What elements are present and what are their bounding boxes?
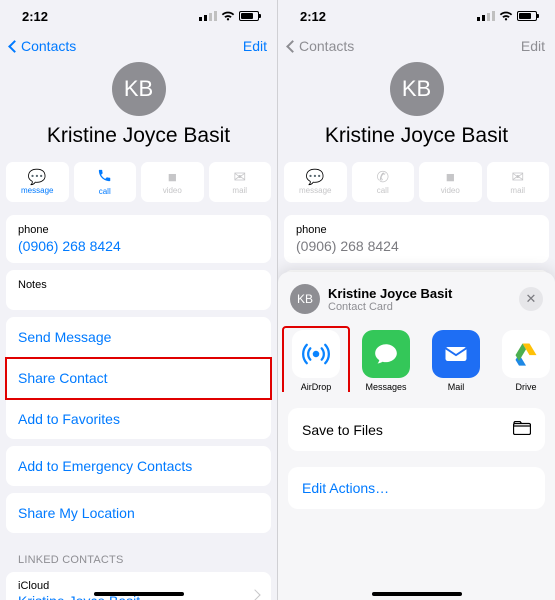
sheet-actions-2: Edit Actions… xyxy=(288,467,545,509)
status-indicators xyxy=(477,11,537,21)
call-button[interactable]: call xyxy=(74,162,137,202)
phone-label: phone xyxy=(18,224,259,236)
mail-button: ✉mail xyxy=(487,162,550,202)
phone-value: (0906) 268 8424 xyxy=(18,238,259,254)
battery-icon xyxy=(517,11,537,21)
video-button: ■video xyxy=(419,162,482,202)
video-button: ■video xyxy=(141,162,204,202)
linked-label: iCloud xyxy=(18,580,140,592)
drive-target[interactable]: Drive xyxy=(498,330,554,392)
linked-header: LINKED CONTACTS xyxy=(0,540,277,568)
message-button: 💬message xyxy=(284,162,347,202)
contact-header: KB Kristine Joyce Basit xyxy=(0,60,277,156)
mail-icon: ✉ xyxy=(511,170,524,185)
save-files-item[interactable]: Save to Files xyxy=(288,408,545,451)
phone-icon xyxy=(97,168,112,186)
status-bar: 2:12 xyxy=(0,0,277,32)
home-indicator[interactable] xyxy=(94,592,184,596)
mail-app-icon xyxy=(432,330,480,378)
share-sheet: KB Kristine Joyce Basit Contact Card ✕ A… xyxy=(278,272,555,600)
back-button[interactable]: Contacts xyxy=(10,38,76,54)
message-icon: 💬 xyxy=(28,170,47,185)
status-time: 2:12 xyxy=(22,9,48,24)
edit-button: Edit xyxy=(521,38,545,54)
send-message-item[interactable]: Send Message xyxy=(6,317,271,358)
notes-label: Notes xyxy=(18,279,259,291)
video-icon: ■ xyxy=(446,170,455,185)
close-icon: ✕ xyxy=(526,291,537,307)
phone-label: phone xyxy=(296,224,537,236)
mail-button: ✉mail xyxy=(209,162,272,202)
phone-card[interactable]: phone (0906) 268 8424 xyxy=(6,215,271,263)
phone-card: phone (0906) 268 8424 xyxy=(284,215,549,263)
messages-target[interactable]: Messages xyxy=(358,330,414,392)
sheet-avatar: KB xyxy=(290,284,320,314)
wifi-icon xyxy=(221,11,235,21)
call-button: ✆call xyxy=(352,162,415,202)
messages-icon xyxy=(362,330,410,378)
battery-icon xyxy=(239,11,259,21)
status-indicators xyxy=(199,11,259,21)
options-list-2: Add to Emergency Contacts xyxy=(6,446,271,486)
wifi-icon xyxy=(499,11,513,21)
nav-bar: Contacts Edit xyxy=(278,32,555,60)
add-favorites-item[interactable]: Add to Favorites xyxy=(6,399,271,439)
close-button[interactable]: ✕ xyxy=(519,287,543,311)
mail-target[interactable]: Mail xyxy=(428,330,484,392)
status-bar: 2:12 xyxy=(278,0,555,32)
back-button: Contacts xyxy=(288,38,354,54)
add-emergency-item[interactable]: Add to Emergency Contacts xyxy=(6,446,271,486)
message-icon: 💬 xyxy=(306,170,325,185)
share-contact-item[interactable]: Share Contact xyxy=(6,358,271,399)
contact-name: Kristine Joyce Basit xyxy=(47,124,230,148)
cellular-icon xyxy=(477,11,495,21)
airdrop-icon xyxy=(292,330,340,378)
home-indicator[interactable] xyxy=(372,592,462,596)
phone-value: (0906) 268 8424 xyxy=(296,238,537,254)
sheet-subtitle: Contact Card xyxy=(328,301,452,313)
options-list-3: Share My Location xyxy=(6,493,271,533)
message-button[interactable]: 💬message xyxy=(6,162,69,202)
share-targets: AirDrop Messages Mail Drive xyxy=(278,324,555,392)
avatar: KB xyxy=(390,62,444,116)
drive-icon xyxy=(502,330,550,378)
folder-icon xyxy=(513,421,531,438)
chevron-right-icon xyxy=(249,589,260,600)
quick-actions: 💬message call ■video ✉mail xyxy=(0,156,277,208)
nav-bar: Contacts Edit xyxy=(0,32,277,60)
cellular-icon xyxy=(199,11,217,21)
mail-icon: ✉ xyxy=(233,170,246,185)
edit-button[interactable]: Edit xyxy=(243,38,267,54)
quick-actions: 💬message ✆call ■video ✉mail xyxy=(278,156,555,208)
chevron-left-icon xyxy=(8,40,21,53)
video-icon: ■ xyxy=(168,170,177,185)
share-location-item[interactable]: Share My Location xyxy=(6,493,271,533)
contact-header: KB Kristine Joyce Basit xyxy=(278,60,555,156)
sheet-title: Kristine Joyce Basit xyxy=(328,286,452,301)
edit-actions-item[interactable]: Edit Actions… xyxy=(288,467,545,509)
avatar[interactable]: KB xyxy=(112,62,166,116)
options-list-1: Send Message Share Contact Add to Favori… xyxy=(6,317,271,439)
airdrop-target[interactable]: AirDrop xyxy=(288,330,344,392)
status-time: 2:12 xyxy=(300,9,326,24)
notes-card[interactable]: Notes xyxy=(6,270,271,310)
chevron-left-icon xyxy=(286,40,299,53)
contact-name: Kristine Joyce Basit xyxy=(325,124,508,148)
phone-icon: ✆ xyxy=(376,170,389,185)
sheet-actions: Save to Files xyxy=(288,408,545,451)
